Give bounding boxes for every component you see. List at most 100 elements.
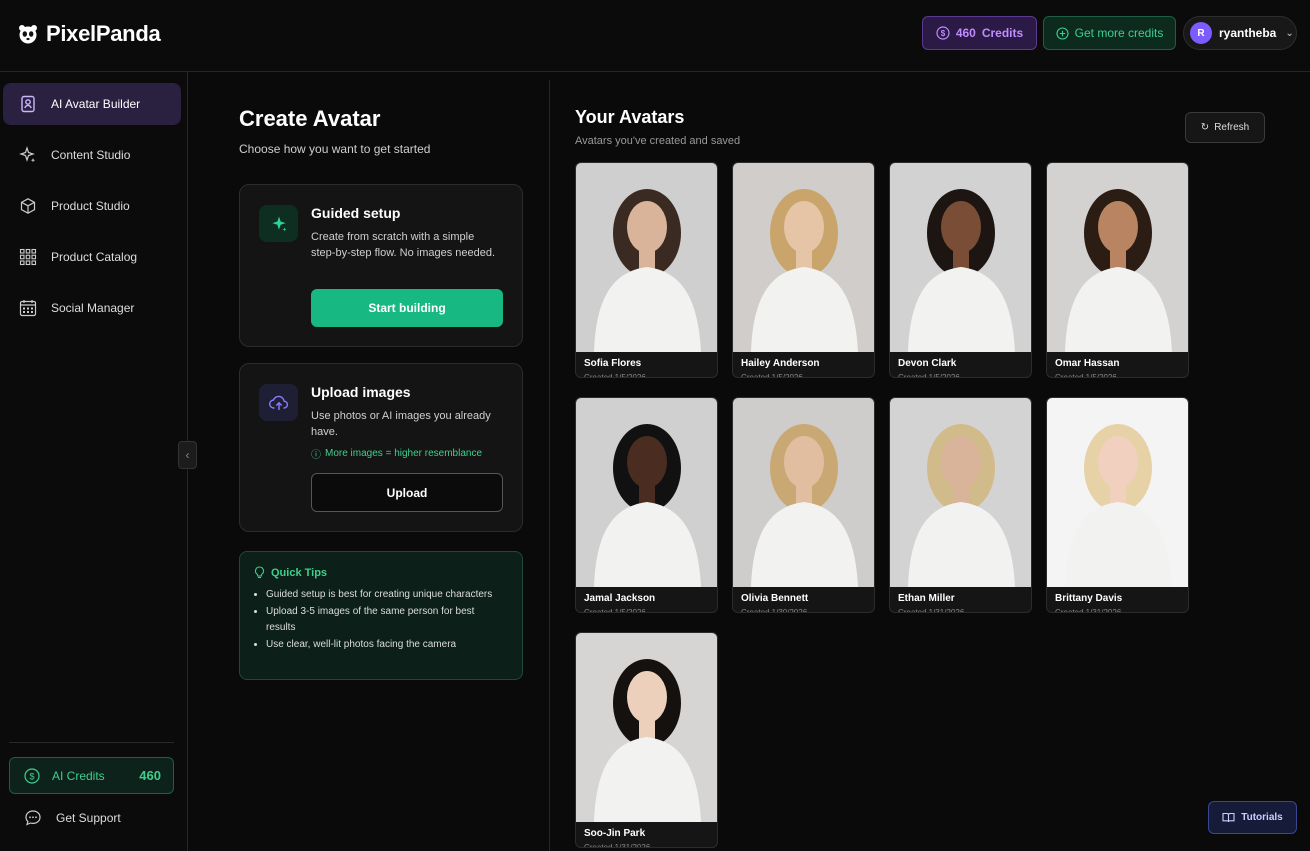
avatar: R	[1190, 22, 1212, 44]
avatar-name: Devon Clark	[898, 358, 957, 369]
avatar-photo	[576, 398, 717, 587]
tutorials-button[interactable]: Tutorials	[1208, 801, 1297, 834]
avatar-photo	[1047, 163, 1188, 352]
credits-button[interactable]: $ 460 Credits	[922, 16, 1037, 50]
avatar-photo	[576, 633, 717, 822]
avatar-date: Created 1/5/2026	[584, 373, 646, 378]
chevron-left-icon: ‹	[185, 448, 190, 462]
avatar-name: Omar Hassan	[1055, 358, 1120, 369]
quick-tips-title-text: Quick Tips	[271, 566, 328, 579]
list-item: Use clear, well-lit photos facing the ca…	[266, 637, 506, 654]
avatar-card[interactable]: Devon Clark Created 1/5/2026	[889, 162, 1032, 378]
column-divider	[549, 80, 550, 851]
user-menu-button[interactable]: R ryantheba ⌄	[1183, 16, 1297, 50]
avatar-card[interactable]: Olivia Bennett Created 1/30/2026	[732, 397, 875, 613]
coin-icon: $	[936, 26, 950, 40]
sidebar-item-ai-avatar-builder[interactable]: AI Avatar Builder	[3, 83, 181, 125]
info-icon: ⓘ	[311, 450, 321, 461]
start-building-button[interactable]: Start building	[311, 289, 503, 327]
app-name: PixelPanda	[46, 21, 161, 46]
credits-value: 460	[955, 26, 976, 40]
app-logo[interactable]: PixelPanda	[18, 21, 161, 47]
grid-icon	[19, 248, 37, 266]
upload-images-description: Use photos or AI images you already have…	[311, 410, 491, 438]
get-more-credits-label: Get more credits	[1074, 26, 1164, 40]
sidebar-divider	[9, 742, 174, 743]
avatar-name: Hailey Anderson	[741, 358, 820, 369]
avatar-date: Created 1/5/2026	[1055, 373, 1117, 378]
ai-credits-value: 460	[139, 768, 161, 783]
get-support-label: Get Support	[56, 811, 121, 825]
upload-images-card[interactable]: Upload images Use photos or AI images yo…	[239, 363, 523, 532]
chevron-down-icon: ⌄	[1285, 27, 1294, 39]
sidebar-item-social-manager[interactable]: Social Manager	[3, 287, 181, 329]
avatar-card[interactable]: Sofia Flores Created 1/5/2026	[575, 162, 718, 378]
top-bar: PixelPanda $ 460 Credits Get more credit…	[0, 0, 1310, 72]
resemblance-hint: ⓘ More images = higher resemblance	[311, 446, 482, 461]
upload-button[interactable]: Upload	[311, 473, 503, 512]
guided-setup-title: Guided setup	[311, 205, 401, 221]
sidebar: AI Avatar Builder Content Studio Product…	[0, 72, 188, 851]
ai-credits-label: AI Credits	[52, 768, 105, 783]
avatar-card[interactable]: Jamal Jackson Created 1/5/2026	[575, 397, 718, 613]
avatar-card[interactable]: Hailey Anderson Created 1/5/2026	[732, 162, 875, 378]
sidebar-item-content-studio[interactable]: Content Studio	[3, 134, 181, 176]
resemblance-hint-text: More images = higher resemblance	[325, 448, 483, 459]
credits-label: Credits	[981, 26, 1024, 40]
sidebar-item-label: Product Studio	[51, 199, 130, 213]
page-title: Create Avatar	[239, 106, 381, 131]
calendar-icon	[19, 300, 37, 317]
page-subtitle: Choose how you want to get started	[239, 142, 431, 156]
quick-tips-title: Quick Tips	[254, 566, 327, 579]
sidebar-item-product-catalog[interactable]: Product Catalog	[3, 236, 181, 278]
svg-text:$: $	[941, 29, 946, 38]
avatar-date: Created 1/5/2026	[898, 373, 960, 378]
avatar-name: Jamal Jackson	[584, 593, 656, 604]
avatar-name: Soo-Jin Park	[584, 828, 646, 839]
avatar-date: Created 1/31/2026	[898, 608, 965, 613]
refresh-icon: ↻	[1200, 122, 1210, 133]
tutorials-label: Tutorials	[1241, 812, 1283, 823]
refresh-button[interactable]: ↻ Refresh	[1185, 112, 1265, 143]
get-more-credits-button[interactable]: Get more credits	[1043, 16, 1176, 50]
avatar-card[interactable]: Soo-Jin Park Created 1/31/2026	[575, 632, 718, 848]
avatar-photo	[890, 163, 1031, 352]
guided-setup-description: Create from scratch with a simple step-b…	[311, 231, 496, 259]
avatar-card[interactable]: Brittany Davis Created 1/31/2026	[1046, 397, 1189, 613]
plus-circle-icon	[1056, 26, 1069, 40]
avatar-card[interactable]: Omar Hassan Created 1/5/2026	[1046, 162, 1189, 378]
refresh-label: Refresh	[1214, 122, 1250, 133]
sidebar-item-label: Product Catalog	[51, 250, 138, 264]
quick-tips-panel: Quick Tips Guided setup is best for crea…	[239, 551, 523, 680]
avatar-photo	[890, 398, 1031, 587]
sidebar-item-label: Content Studio	[51, 148, 131, 162]
avatar-photo	[1047, 398, 1188, 587]
avatar-date: Created 1/5/2026	[741, 373, 803, 378]
avatars-title: Your Avatars	[575, 107, 685, 127]
book-icon	[1222, 812, 1235, 823]
get-support-link[interactable]: Get Support	[24, 809, 121, 827]
cube-icon	[20, 198, 36, 214]
panda-logo-icon	[19, 25, 37, 44]
user-badge-icon	[21, 95, 35, 113]
avatar-photo	[576, 163, 717, 352]
dollar-icon: $	[24, 767, 40, 784]
cloud-upload-icon	[259, 384, 298, 421]
upload-images-title: Upload images	[311, 384, 411, 400]
guided-setup-card[interactable]: Guided setup Create from scratch with a …	[239, 184, 523, 347]
sparkles-icon	[19, 146, 36, 163]
svg-text:$: $	[29, 771, 34, 781]
avatar-date: Created 1/31/2026	[584, 843, 651, 848]
avatar-date: Created 1/30/2026	[741, 608, 808, 613]
ai-credits-panel[interactable]: $ AI Credits 460	[9, 757, 174, 794]
collapse-sidebar-button[interactable]: ‹	[178, 441, 197, 469]
avatar-name: Brittany Davis	[1055, 593, 1123, 604]
sparkle-icon	[259, 205, 298, 242]
avatar-card[interactable]: Ethan Miller Created 1/31/2026	[889, 397, 1032, 613]
avatar-photo	[733, 163, 874, 352]
username: ryantheba	[1219, 26, 1277, 40]
sidebar-item-product-studio[interactable]: Product Studio	[3, 185, 181, 227]
quick-tips-list: Guided setup is best for creating unique…	[266, 587, 506, 653]
avatar-date: Created 1/5/2026	[584, 608, 646, 613]
avatars-subtitle: Avatars you've created and saved	[575, 135, 741, 147]
